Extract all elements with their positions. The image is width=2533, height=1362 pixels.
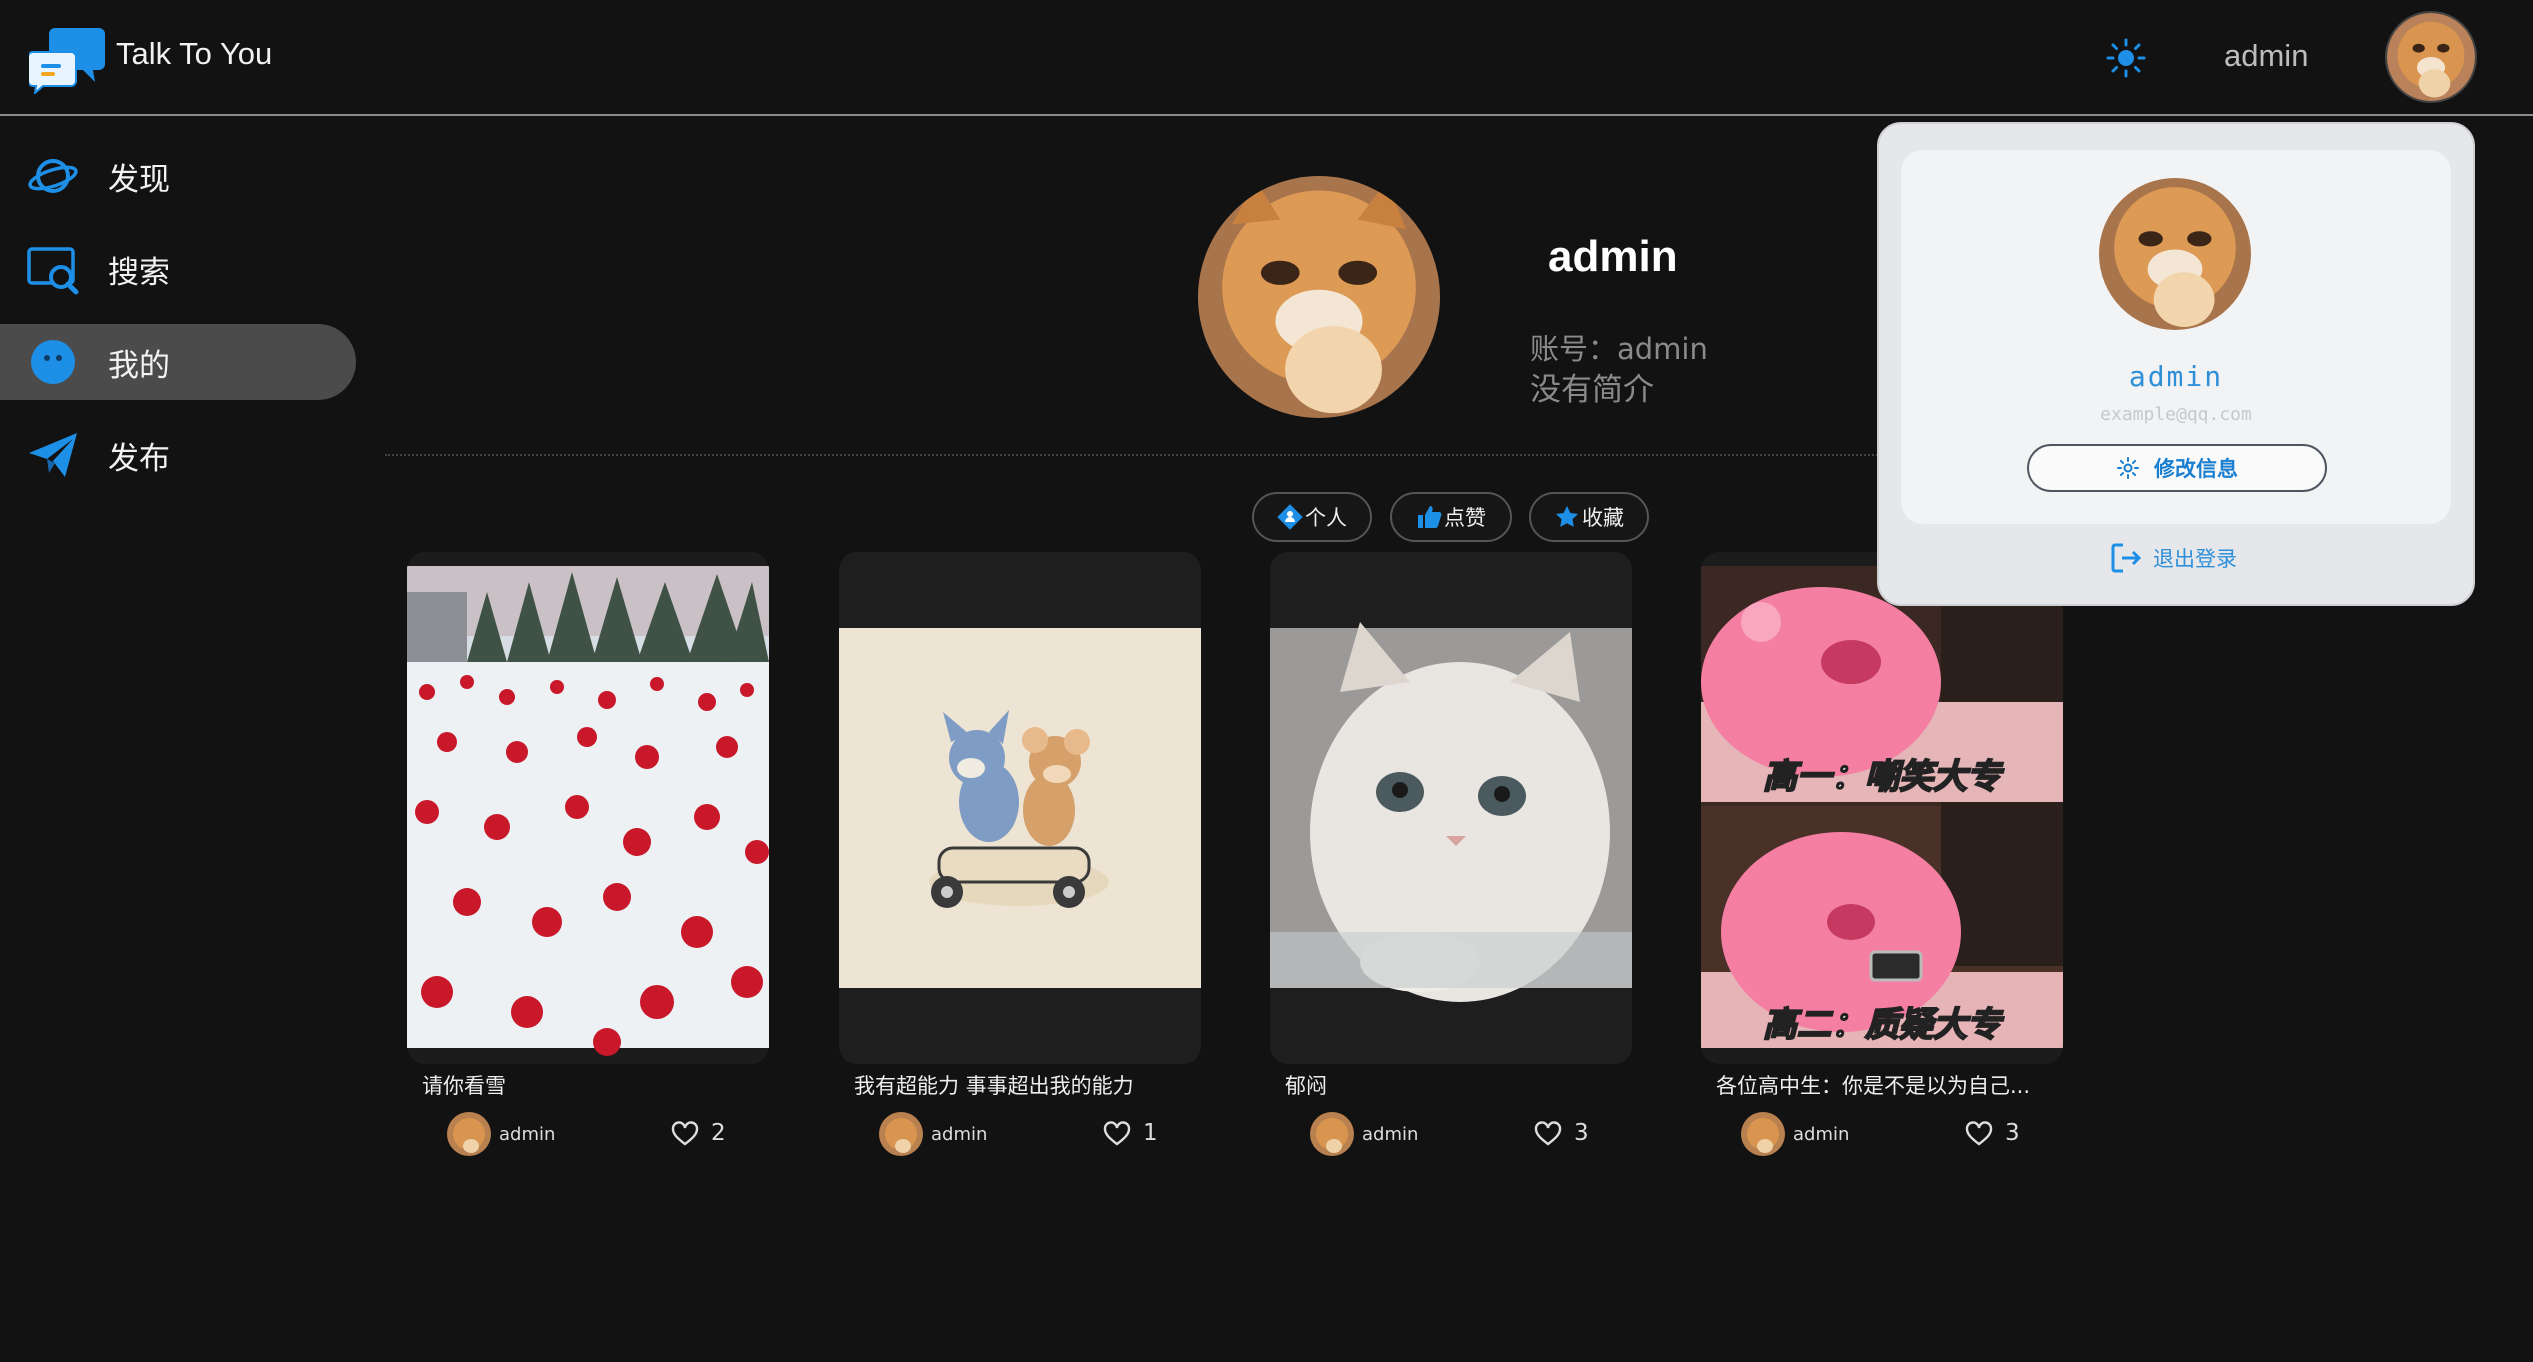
tab-personal[interactable]: 个人	[1252, 492, 1372, 542]
post-image[interactable]	[407, 552, 769, 1064]
post-card[interactable]: 我有超能力 事事超出我的能力 admin 1	[839, 552, 1201, 1156]
edit-profile-button[interactable]: 修改信息	[2027, 444, 2327, 492]
sidebar-item-label: 发现	[108, 161, 170, 198]
gear-icon	[2117, 457, 2139, 479]
tab-liked[interactable]: 点赞	[1390, 492, 1512, 542]
cat-avatar-image	[447, 1112, 491, 1156]
cat-avatar-image	[2387, 13, 2475, 101]
post-card[interactable]: 郁闷 admin 3	[1270, 552, 1632, 1156]
face-icon	[31, 340, 75, 384]
top-header: Talk To You admin	[0, 0, 2533, 116]
author-name[interactable]: admin	[1362, 1124, 1418, 1145]
author-name[interactable]: admin	[1793, 1124, 1849, 1145]
cartoon-scooter-image	[839, 552, 1201, 1064]
author-avatar[interactable]	[447, 1112, 491, 1156]
post-title[interactable]: 各位高中生：你是不是以为自己...	[1716, 1070, 2046, 1100]
post-image[interactable]	[1270, 552, 1632, 1064]
post-title[interactable]: 请你看雪	[422, 1070, 752, 1100]
thumbs-up-icon	[1418, 506, 1442, 528]
meme-caption-bottom: 高二：质疑大专	[1763, 1005, 2004, 1045]
like-count: 3	[1574, 1120, 1589, 1146]
tab-label: 点赞	[1444, 506, 1486, 530]
post-title[interactable]: 我有超能力 事事超出我的能力	[854, 1070, 1184, 1100]
user-menu-avatar	[2099, 178, 2251, 330]
post-title[interactable]: 郁闷	[1285, 1070, 1615, 1100]
post-image[interactable]	[839, 552, 1201, 1064]
author-avatar[interactable]	[879, 1112, 923, 1156]
logout-label: 退出登录	[2153, 547, 2237, 571]
sidebar-item-discover[interactable]: 发现	[0, 138, 356, 214]
search-icon	[27, 247, 79, 295]
heart-icon[interactable]	[671, 1120, 699, 1148]
meme-caption-top: 高一：嘲笑大专	[1763, 757, 2004, 797]
profile-bio: 没有简介	[1530, 372, 1654, 408]
post-card[interactable]: 请你看雪 admin 2	[407, 552, 769, 1156]
cat-avatar-image	[879, 1112, 923, 1156]
heart-icon[interactable]	[1103, 1120, 1131, 1148]
header-username[interactable]: admin	[2224, 38, 2308, 74]
sidebar-nav: 发现 搜索 我的 发布	[0, 118, 360, 510]
cat-avatar-image	[1741, 1112, 1785, 1156]
user-menu-name: admin	[2128, 360, 2224, 393]
edit-profile-label: 修改信息	[2154, 457, 2238, 481]
post-card[interactable]: 高一：嘲笑大专 高二：质疑大专 各位高中生：你是不是以为自己... admin …	[1701, 552, 2063, 1156]
author-name[interactable]: admin	[931, 1124, 987, 1145]
cat-avatar-image	[1198, 176, 1440, 418]
sidebar-item-mine[interactable]: 我的	[0, 324, 356, 400]
post-image[interactable]: 高一：嘲笑大专 高二：质疑大专	[1701, 552, 2063, 1064]
header-avatar[interactable]	[2385, 11, 2477, 103]
author-avatar[interactable]	[1310, 1112, 1354, 1156]
sidebar-item-search[interactable]: 搜索	[0, 231, 356, 307]
heart-icon[interactable]	[1965, 1120, 1993, 1148]
sidebar-item-label: 我的	[108, 347, 170, 384]
cat-avatar-image	[2099, 178, 2251, 330]
pink-beaver-meme-image: 高一：嘲笑大专 高二：质疑大专	[1701, 566, 2063, 1048]
paper-plane-icon	[29, 433, 77, 477]
author-avatar[interactable]	[1741, 1112, 1785, 1156]
like-count: 3	[2005, 1120, 2020, 1146]
star-icon	[1556, 506, 1578, 527]
logout-icon	[2111, 543, 2142, 573]
profile-account: 账号：admin	[1530, 332, 1708, 366]
sidebar-item-label: 搜索	[108, 254, 170, 291]
tab-label: 个人	[1305, 506, 1347, 530]
sun-icon[interactable]	[2106, 38, 2146, 78]
author-name[interactable]: admin	[499, 1124, 555, 1145]
like-count: 2	[711, 1120, 726, 1146]
snowy-roses-image	[407, 566, 769, 1056]
cat-avatar-image	[1310, 1112, 1354, 1156]
chat-logo-icon	[29, 28, 105, 94]
tab-label: 收藏	[1582, 506, 1624, 530]
user-icon	[1277, 504, 1303, 530]
user-menu-card: admin example@qq.com 修改信息	[1901, 150, 2451, 524]
app-title: Talk To You	[116, 36, 273, 71]
planet-icon	[28, 159, 78, 193]
profile-name: admin	[1548, 232, 1678, 281]
logout-button[interactable]: 退出登录	[2109, 540, 2237, 576]
heart-icon[interactable]	[1534, 1120, 1562, 1148]
sad-kitten-image	[1270, 552, 1632, 1064]
sidebar-item-publish[interactable]: 发布	[0, 417, 356, 493]
tab-favorites[interactable]: 收藏	[1529, 492, 1649, 542]
profile-avatar	[1198, 176, 1440, 418]
user-menu-dropdown: admin example@qq.com 修改信息 退出登录	[1877, 122, 2475, 606]
sidebar-item-label: 发布	[108, 440, 170, 477]
like-count: 1	[1143, 1120, 1158, 1146]
user-menu-email: example@qq.com	[2100, 404, 2252, 425]
